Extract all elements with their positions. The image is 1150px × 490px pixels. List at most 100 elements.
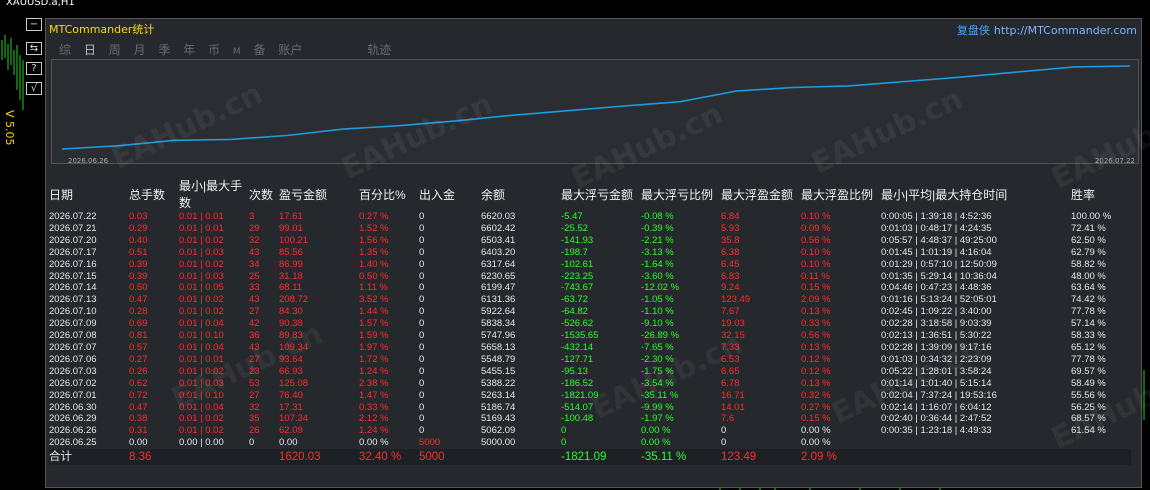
cell-date: 2026.06.30 xyxy=(49,401,97,413)
cell-max-float-profit-pct: 0.10 % xyxy=(801,246,831,258)
total-count xyxy=(249,449,279,465)
cell-total-lots: 0.51 xyxy=(129,246,148,258)
cell-percent: 1.56 % xyxy=(359,234,389,246)
tab-currency[interactable]: 币 xyxy=(208,43,220,57)
cell-max-float-profit: 123.49 xyxy=(721,294,751,306)
total-pnl: 1620.03 xyxy=(279,451,321,464)
cell-max-float-loss-pct: -3.60 % xyxy=(641,270,674,282)
header-percent[interactable]: 百分比% xyxy=(359,177,419,211)
cell-percent: 0.33 % xyxy=(359,401,389,413)
cell-total-lots: 0.39 xyxy=(129,270,148,282)
cell-max-float-profit-pct: 0.13 % xyxy=(801,377,831,389)
header-balance[interactable]: 余额 xyxy=(481,177,561,211)
cell-win-rate: 100.00 % xyxy=(1071,211,1112,222)
table-row[interactable]: 2026.07.02 0.62 0.01 | 0.03 53 125.08 2.38 % 0… xyxy=(49,378,1131,390)
tab-day[interactable]: 日 xyxy=(84,43,96,57)
table-row[interactable]: 2026.07.10 0.28 0.01 | 0.02 27 84.30 1.44 % 0 5… xyxy=(49,306,1131,318)
cell-pnl: 85.56 xyxy=(279,246,303,258)
table-row[interactable]: 2026.06.30 0.47 0.01 | 0.04 32 17.31 0.33 % 0 5… xyxy=(49,402,1131,414)
cell-date: 2026.07.20 xyxy=(49,234,97,246)
website-url[interactable]: http://MTCommander.com xyxy=(994,24,1137,37)
cell-count: 3 xyxy=(249,211,255,222)
header-count[interactable]: 次数 xyxy=(249,177,279,211)
cell-count: 35 xyxy=(249,413,260,425)
cell-date: 2026.07.03 xyxy=(49,365,97,377)
table-row[interactable]: 2026.07.09 0.69 0.01 | 0.04 42 90.38 1.57 % 0 5… xyxy=(49,318,1131,330)
cell-total-lots: 0.40 xyxy=(129,234,148,246)
panel-title: MTCommander统计 xyxy=(49,23,155,36)
table-row[interactable]: 2026.07.13 0.47 0.01 | 0.02 43 208.72 3.52 % 0… xyxy=(49,294,1131,306)
tab-month[interactable]: 月 xyxy=(134,43,146,57)
cell-min-max-lots: 0.01 | 0.05 xyxy=(179,282,224,294)
table-row[interactable]: 2026.07.16 0.39 0.01 | 0.02 34 86.99 1.40 % 0 6… xyxy=(49,259,1131,271)
cell-balance: 5263.14 xyxy=(481,389,516,401)
cell-count: 43 xyxy=(249,341,260,353)
header-max-float-profit[interactable]: 最大浮盈金额 xyxy=(721,177,801,211)
cell-percent: 1.47 % xyxy=(359,389,389,401)
cell-max-float-loss: -1821.09 xyxy=(561,389,599,401)
cell-percent: 1.11 % xyxy=(359,282,388,294)
table-row[interactable]: 2026.07.08 0.81 0.01 | 0.10 36 89.83 1.59 % 0 5… xyxy=(49,330,1131,342)
table-row[interactable]: 2026.07.01 0.72 0.01 | 0.10 27 76.40 1.47 % 0 5… xyxy=(49,390,1131,402)
header-hold-time[interactable]: 最小|平均|最大持仓时间 xyxy=(881,177,1071,211)
table-row[interactable]: 2026.07.14 0.50 0.01 | 0.05 33 68.11 1.11 % 0 6… xyxy=(49,282,1131,294)
header-max-float-profit-pct[interactable]: 最大浮盈比例 xyxy=(801,177,881,211)
tab-year[interactable]: 年 xyxy=(183,43,195,57)
minimize-button[interactable]: − xyxy=(26,18,42,31)
cell-deposit: 0 xyxy=(419,282,425,294)
cell-count: 43 xyxy=(249,246,260,258)
cell-balance: 6620.03 xyxy=(481,211,516,222)
header-min-max-lots[interactable]: 最小|最大手数 xyxy=(179,177,249,211)
tab-overview[interactable]: 综 xyxy=(59,43,71,57)
cell-hold-time: 0:05:57 | 4:48:37 | 49:25:00 xyxy=(881,234,997,246)
check-button[interactable]: √ xyxy=(26,82,42,95)
header-date[interactable]: 日期 xyxy=(49,177,129,211)
tab-note[interactable]: 备 xyxy=(254,43,266,57)
switch-button[interactable]: ⇆ xyxy=(26,42,42,55)
tab-account[interactable]: 账户 xyxy=(278,43,302,57)
cell-percent: 1.52 % xyxy=(359,222,389,234)
cell-max-float-profit-pct: 0.09 % xyxy=(801,222,831,234)
header-deposit[interactable]: 出入金 xyxy=(419,177,481,211)
table-row[interactable]: 2026.06.29 0.38 0.01 | 0.02 35 107.34 2.12 % 0… xyxy=(49,413,1131,425)
cell-win-rate: 58.33 % xyxy=(1071,330,1106,342)
cell-date: 2026.06.29 xyxy=(49,413,97,425)
total-hold-time xyxy=(881,449,1071,465)
tab-track[interactable]: 轨迹 xyxy=(367,43,391,57)
header-total-lots[interactable]: 总手数 xyxy=(129,177,179,211)
table-row[interactable]: 2026.07.06 0.27 0.01 | 0.01 27 93.64 1.72 % 0 5… xyxy=(49,354,1131,366)
cell-win-rate: 57.14 % xyxy=(1071,318,1106,330)
cell-max-float-profit: 6.78 xyxy=(721,377,740,389)
cell-percent: 0.27 % xyxy=(359,211,389,222)
table-row[interactable]: 2026.07.03 0.26 0.01 | 0.02 23 66.93 1.24 % 0 5… xyxy=(49,366,1131,378)
table-row[interactable]: 2026.07.17 0.51 0.01 | 0.03 43 85.56 1.35 % 0 6… xyxy=(49,247,1131,259)
cell-balance: 6317.64 xyxy=(481,258,516,270)
cell-min-max-lots: 0.01 | 0.02 xyxy=(179,365,224,377)
tab-week[interactable]: 周 xyxy=(109,43,121,57)
cell-date: 2026.06.26 xyxy=(49,425,97,437)
table-row[interactable]: 2026.07.20 0.40 0.01 | 0.02 32 100.21 1.56 % 0… xyxy=(49,235,1131,247)
header-pnl[interactable]: 盈亏金额 xyxy=(279,177,359,211)
header-win-rate[interactable]: 胜率 xyxy=(1071,177,1131,211)
cell-balance: 5388.22 xyxy=(481,377,516,389)
cell-min-max-lots: 0.01 | 0.04 xyxy=(179,401,224,413)
table-row[interactable]: 2026.06.26 0.31 0.01 | 0.02 26 62.09 1.24 % 0 5… xyxy=(49,425,1131,437)
table-row[interactable]: 2026.07.07 0.57 0.01 | 0.04 43 109.34 1.97 % 0… xyxy=(49,342,1131,354)
table-row[interactable]: 2026.07.21 0.29 0.01 | 0.01 29 99.01 1.52 % 0 6… xyxy=(49,223,1131,235)
header-max-float-loss-pct[interactable]: 最大浮亏比例 xyxy=(641,177,721,211)
website-link[interactable]: 复盘侠 http://MTCommander.com xyxy=(957,22,1137,38)
tab-quarter[interactable]: 季 xyxy=(158,43,170,57)
cell-balance: 6199.47 xyxy=(481,282,516,294)
table-row[interactable]: 2026.06.25 0.00 0.00 | 0.00 0 0.00 0.00 % 5000… xyxy=(49,437,1131,449)
cell-min-max-lots: 0.01 | 0.01 xyxy=(179,353,224,365)
help-button[interactable]: ? xyxy=(26,62,42,75)
cell-deposit: 0 xyxy=(419,222,425,234)
cell-min-max-lots: 0.01 | 0.10 xyxy=(179,389,224,401)
cell-total-lots: 0.00 xyxy=(129,437,148,449)
cell-hold-time: 0:02:14 | 1:16:07 | 6:04:12 xyxy=(881,401,992,413)
cell-win-rate: 61.54 % xyxy=(1071,425,1106,437)
table-row[interactable]: 2026.07.22 0.03 0.01 | 0.01 3 17.61 0.27 % 0 66… xyxy=(49,211,1131,223)
header-max-float-loss[interactable]: 最大浮亏金额 xyxy=(561,177,641,211)
table-row[interactable]: 2026.07.15 0.39 0.01 | 0.03 25 31.18 0.50 % 0 6… xyxy=(49,271,1131,283)
tab-magic[interactable]: M xyxy=(233,47,241,57)
